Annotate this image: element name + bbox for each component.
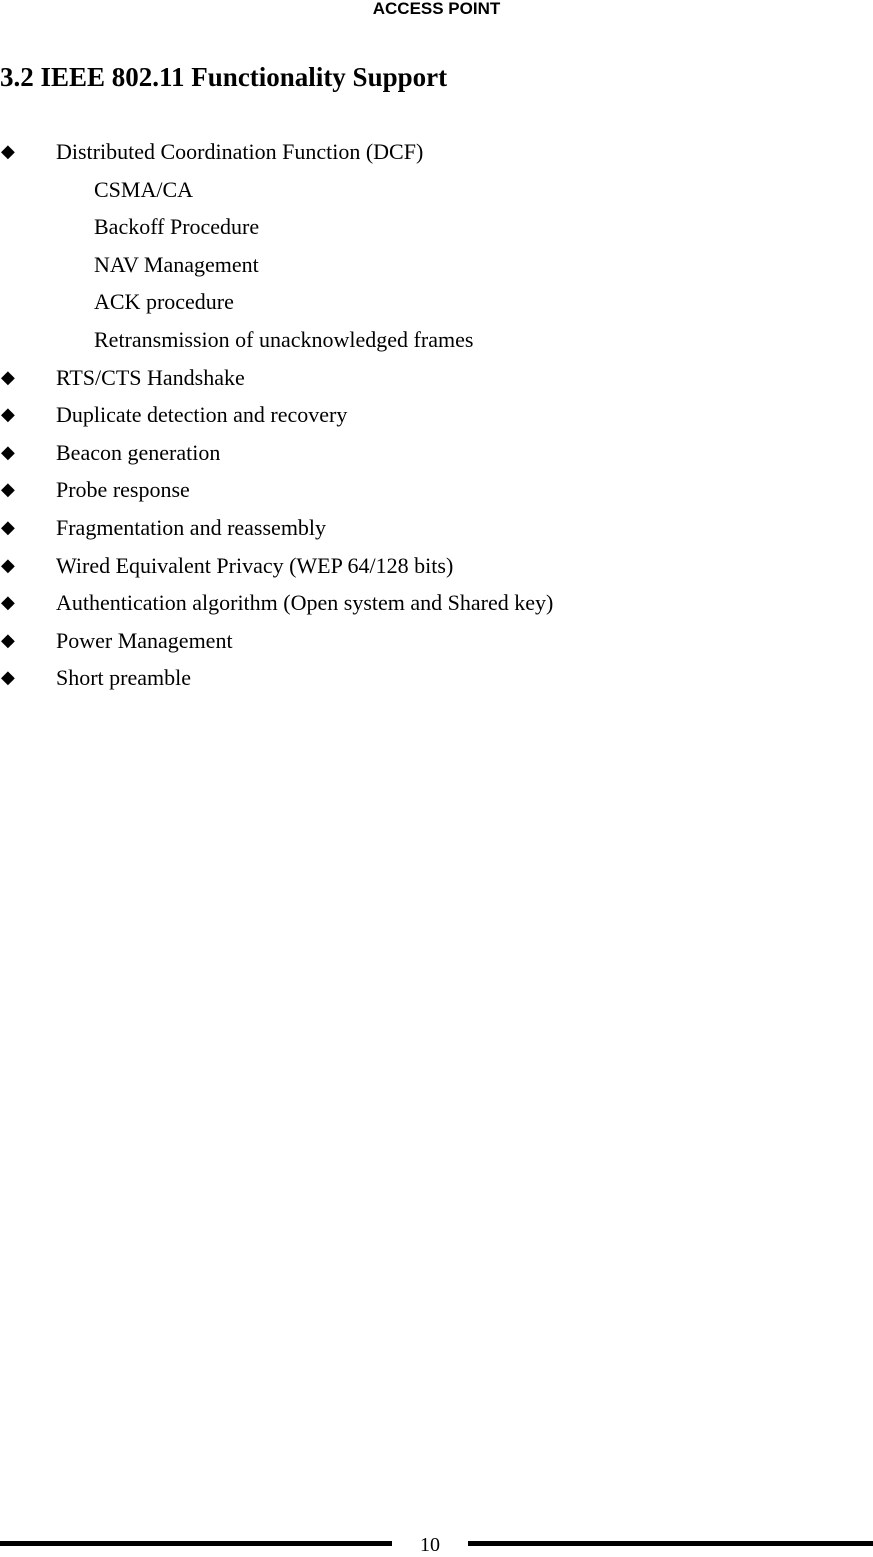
page-number: 10	[420, 1534, 440, 1556]
sub-list-item: Retransmission of unacknowledged frames	[0, 321, 873, 359]
running-header: ACCESS POINT	[372, 0, 501, 18]
list-item-text: Short preamble	[56, 665, 192, 691]
list-item-text: Power Management	[56, 627, 233, 653]
list-item: ◆ Authentication algorithm (Open system …	[0, 584, 873, 622]
list-item: ◆ Probe response	[0, 471, 873, 509]
sub-list-item: NAV Management	[0, 246, 873, 284]
list-item-text: Beacon generation	[56, 439, 221, 465]
list-item: ◆ Fragmentation and reassembly	[0, 509, 873, 547]
list-item: ◆ Beacon generation	[0, 434, 873, 472]
diamond-bullet-icon: ◆	[1, 592, 15, 614]
list-item: ◆ Short preamble	[0, 659, 873, 697]
diamond-bullet-icon: ◆	[1, 366, 15, 388]
list-item-text: Duplicate detection and recovery	[56, 402, 348, 428]
list-item: ◆ Power Management	[0, 622, 873, 660]
diamond-bullet-icon: ◆	[1, 441, 15, 463]
list-item: ◆ Duplicate detection and recovery	[0, 396, 873, 434]
list-item: ◆ Distributed Coordination Function (DCF…	[0, 133, 873, 171]
list-item-text: Authentication algorithm (Open system an…	[56, 590, 554, 616]
diamond-bullet-icon: ◆	[1, 629, 15, 651]
list-item-text: Retransmission of unacknowledged frames	[94, 326, 474, 352]
diamond-bullet-icon: ◆	[1, 554, 15, 576]
sub-list-item: ACK procedure	[0, 283, 873, 321]
section-title: 3.2 IEEE 802.11 Functionality Support	[0, 62, 448, 92]
diamond-bullet-icon: ◆	[1, 141, 15, 162]
list-item-text: Probe response	[56, 477, 190, 503]
footer-rule-left	[0, 1541, 392, 1546]
sub-list-item: Backoff Procedure	[0, 208, 873, 246]
diamond-bullet-icon: ◆	[1, 479, 15, 501]
diamond-bullet-icon: ◆	[1, 667, 15, 689]
list-item-text: Backoff Procedure	[94, 214, 260, 240]
list-item-text: Fragmentation and reassembly	[56, 514, 327, 540]
feature-list: ◆ Distributed Coordination Function (DCF…	[0, 133, 873, 697]
list-item-text: CSMA/CA	[94, 176, 194, 202]
footer-rule-right	[468, 1541, 873, 1546]
list-item-text: NAV Management	[94, 251, 259, 277]
list-item-text: Wired Equivalent Privacy (WEP 64/128 bit…	[56, 552, 454, 578]
list-item-text: RTS/CTS Handshake	[56, 364, 245, 390]
diamond-bullet-icon: ◆	[1, 516, 15, 538]
diamond-bullet-icon: ◆	[1, 404, 15, 426]
list-item-text: ACK procedure	[94, 289, 234, 315]
sub-list-item: CSMA/CA	[0, 171, 873, 209]
list-item: ◆ RTS/CTS Handshake	[0, 359, 873, 397]
list-item-text: Distributed Coordination Function (DCF)	[56, 139, 424, 164]
list-item: ◆ Wired Equivalent Privacy (WEP 64/128 b…	[0, 547, 873, 585]
